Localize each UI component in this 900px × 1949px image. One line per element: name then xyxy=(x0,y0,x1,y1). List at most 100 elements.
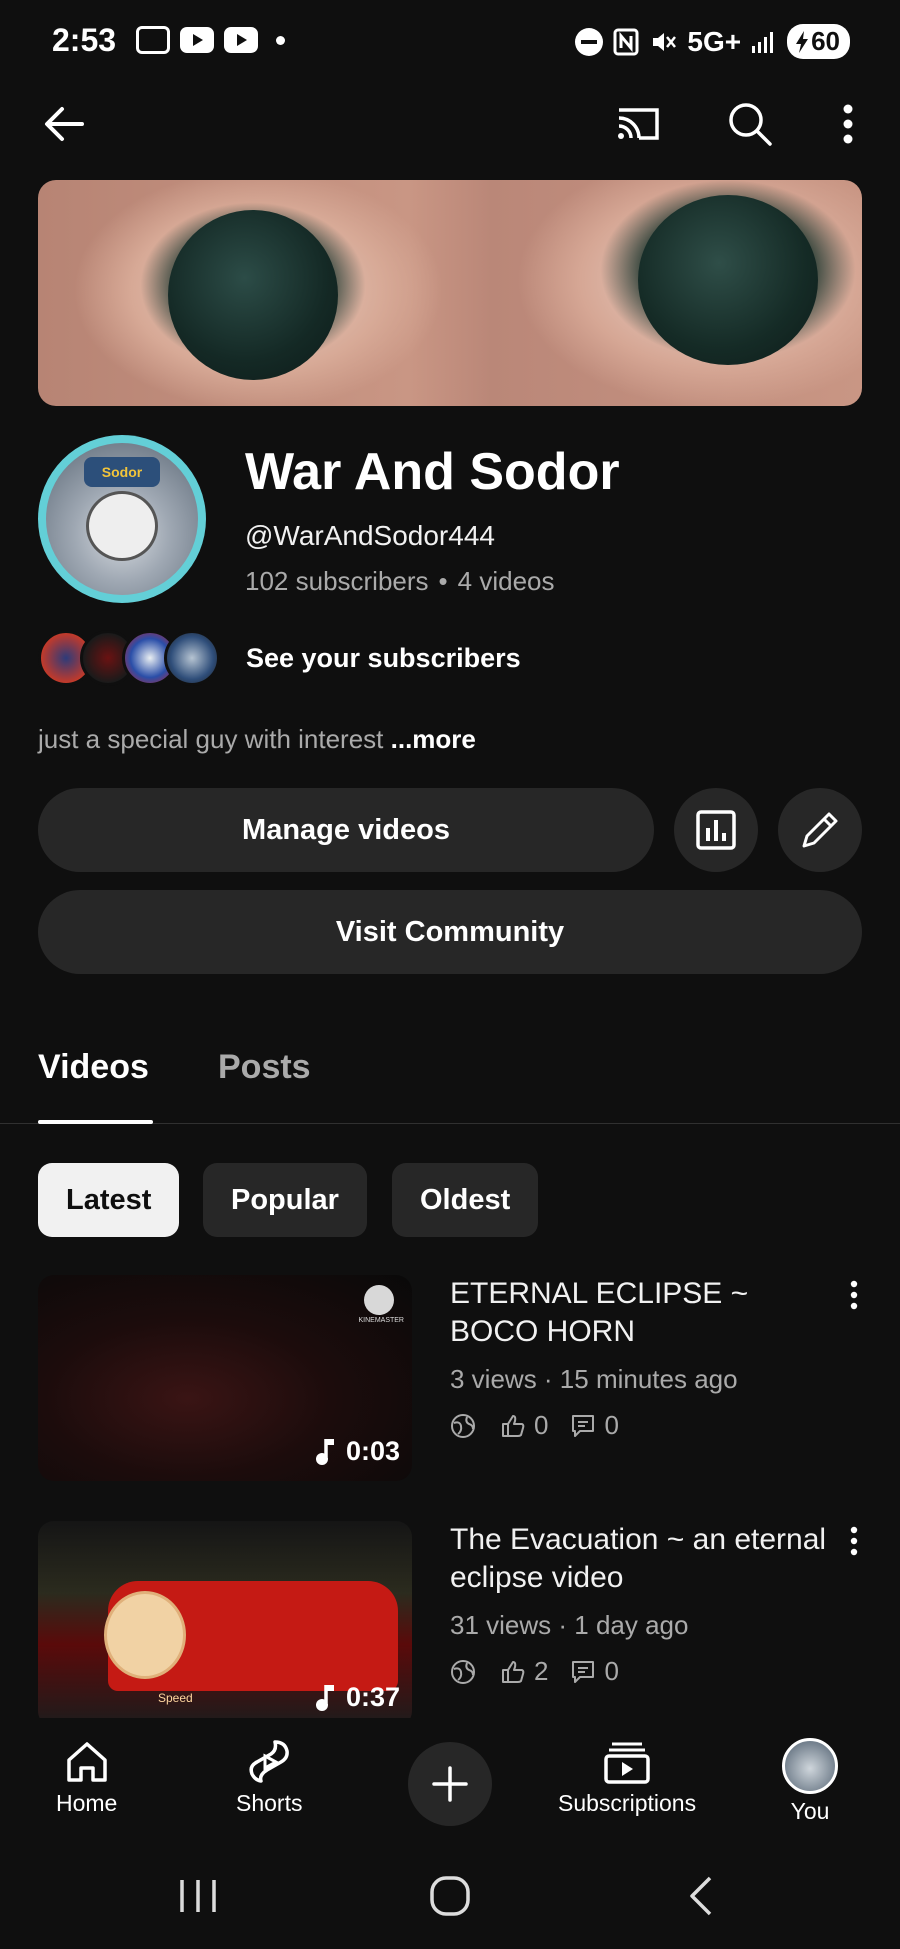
video-stats: 0 0 xyxy=(450,1410,619,1441)
visit-community-button[interactable]: Visit Community xyxy=(38,890,862,974)
channel-stats: 102 subscribers • 4 videos xyxy=(245,566,555,597)
cast-icon xyxy=(618,108,659,140)
channel-name: War And Sodor xyxy=(245,443,620,501)
comment-count: 0 xyxy=(604,1410,619,1440)
battery-indicator: 60 xyxy=(787,24,850,59)
globe-icon xyxy=(451,1659,475,1684)
video-thumbnail[interactable]: KINEMASTER 0:03 xyxy=(38,1275,412,1481)
network-type: 5G+ xyxy=(687,25,742,57)
channel-tabs: Videos Posts xyxy=(0,1040,900,1124)
video-duration: 0:37 xyxy=(314,1682,400,1713)
search-icon xyxy=(729,103,772,146)
screenshot-icon xyxy=(136,26,170,54)
channel-avatar[interactable]: Sodor xyxy=(38,435,206,603)
thumbnail-watermark: Speed xyxy=(158,1691,193,1705)
avatar xyxy=(782,1738,838,1794)
nfc-icon xyxy=(613,28,639,55)
signal-icon xyxy=(752,31,774,53)
avatar-badge: Sodor xyxy=(84,457,160,487)
do-not-disturb-icon xyxy=(575,27,604,56)
nav-shorts[interactable]: Shorts xyxy=(236,1738,302,1817)
more-vert-icon xyxy=(843,104,853,144)
mute-icon xyxy=(653,32,677,51)
nav-you-label: You xyxy=(790,1798,830,1824)
create-button[interactable] xyxy=(408,1742,492,1826)
subscriber-avatar xyxy=(164,630,220,686)
battery-level: 60 xyxy=(811,26,840,56)
video-count: 4 videos xyxy=(457,566,555,596)
nav-home[interactable]: Home xyxy=(56,1738,117,1817)
music-note-icon xyxy=(315,1684,334,1711)
chip-latest[interactable]: Latest xyxy=(38,1163,180,1237)
manage-videos-button[interactable]: Manage videos xyxy=(38,788,654,872)
duration-text: 0:37 xyxy=(345,1682,400,1712)
home-icon xyxy=(66,1742,107,1782)
tab-videos[interactable]: Videos xyxy=(38,1048,149,1087)
video-title[interactable]: The Evacuation ~ an eternal eclipse vide… xyxy=(450,1521,830,1597)
see-subscribers-row[interactable]: See your subscribers xyxy=(38,630,521,686)
like-count: 0 xyxy=(534,1410,549,1440)
nav-subscriptions[interactable]: Subscriptions xyxy=(558,1738,696,1817)
analytics-button[interactable] xyxy=(674,788,758,872)
shorts-icon xyxy=(249,1740,290,1783)
tab-posts[interactable]: Posts xyxy=(218,1048,311,1087)
thumbs-up-icon xyxy=(502,1660,525,1683)
comment-icon xyxy=(572,1660,595,1683)
see-subscribers-link: See your subscribers xyxy=(246,642,521,673)
bottom-navigation: Home Shorts Subscriptions You xyxy=(0,1718,900,1848)
home-button[interactable] xyxy=(428,1874,472,1918)
charging-icon xyxy=(796,30,809,53)
like-count: 2 xyxy=(534,1656,549,1686)
pencil-icon xyxy=(802,812,838,848)
thumbs-up-icon xyxy=(502,1414,525,1437)
more-notifications-dot xyxy=(276,35,285,45)
nav-you[interactable]: You xyxy=(782,1738,838,1825)
channel-banner xyxy=(38,180,862,406)
music-note-icon xyxy=(315,1438,334,1465)
back-nav-button[interactable] xyxy=(686,1874,716,1918)
subscriptions-icon xyxy=(604,1742,650,1784)
comment-icon xyxy=(572,1414,595,1437)
nav-subscriptions-label: Subscriptions xyxy=(558,1790,697,1816)
active-tab-indicator xyxy=(38,1120,153,1124)
arrow-left-icon xyxy=(45,107,84,141)
video-title[interactable]: ETERNAL ECLIPSE ~ BOCO HORN xyxy=(450,1275,830,1351)
status-bar: 2:53 5G+ 60 xyxy=(0,0,900,88)
back-button[interactable] xyxy=(36,96,92,152)
system-navigation-bar xyxy=(0,1848,900,1949)
description-text: just a special guy with interest xyxy=(38,724,384,754)
video-more-button[interactable] xyxy=(850,1280,858,1315)
engine-face-image xyxy=(86,491,158,561)
notification-icons xyxy=(136,26,285,54)
edit-channel-button[interactable] xyxy=(778,788,862,872)
subscriber-count: 102 subscribers xyxy=(245,566,429,596)
chip-popular[interactable]: Popular xyxy=(203,1163,367,1237)
video-duration: 0:03 xyxy=(314,1436,400,1467)
video-meta: 31 views · 1 day ago xyxy=(450,1610,689,1640)
thumbnail-watermark: KINEMASTER xyxy=(358,1317,404,1324)
status-time: 2:53 xyxy=(52,22,117,58)
video-meta: 3 views · 15 minutes ago xyxy=(450,1364,738,1394)
analytics-icon xyxy=(696,810,736,850)
nav-home-label: Home xyxy=(56,1790,118,1816)
video-stats: 2 0 xyxy=(450,1656,619,1687)
nav-shorts-label: Shorts xyxy=(236,1790,303,1816)
duration-text: 0:03 xyxy=(345,1436,400,1466)
plus-icon xyxy=(432,1766,468,1802)
channel-handle: @WarAndSodor444 xyxy=(245,520,495,551)
comment-count: 0 xyxy=(604,1656,619,1686)
engine-face-image xyxy=(104,1591,186,1679)
channel-description[interactable]: just a special guy with interest ...more xyxy=(38,724,476,755)
cast-button[interactable] xyxy=(606,96,670,152)
more-options-button[interactable] xyxy=(826,96,870,152)
video-thumbnail[interactable]: Speed 0:37 xyxy=(38,1521,412,1727)
search-button[interactable] xyxy=(720,96,780,152)
video-more-button[interactable] xyxy=(850,1526,858,1561)
kinemaster-logo xyxy=(364,1285,394,1315)
top-app-bar xyxy=(0,88,900,156)
youtube-notification-icon xyxy=(224,27,258,53)
youtube-notification-icon xyxy=(180,27,214,53)
chip-oldest[interactable]: Oldest xyxy=(392,1163,539,1237)
recent-apps-button[interactable] xyxy=(176,1876,220,1916)
more-link[interactable]: ...more xyxy=(391,724,476,754)
